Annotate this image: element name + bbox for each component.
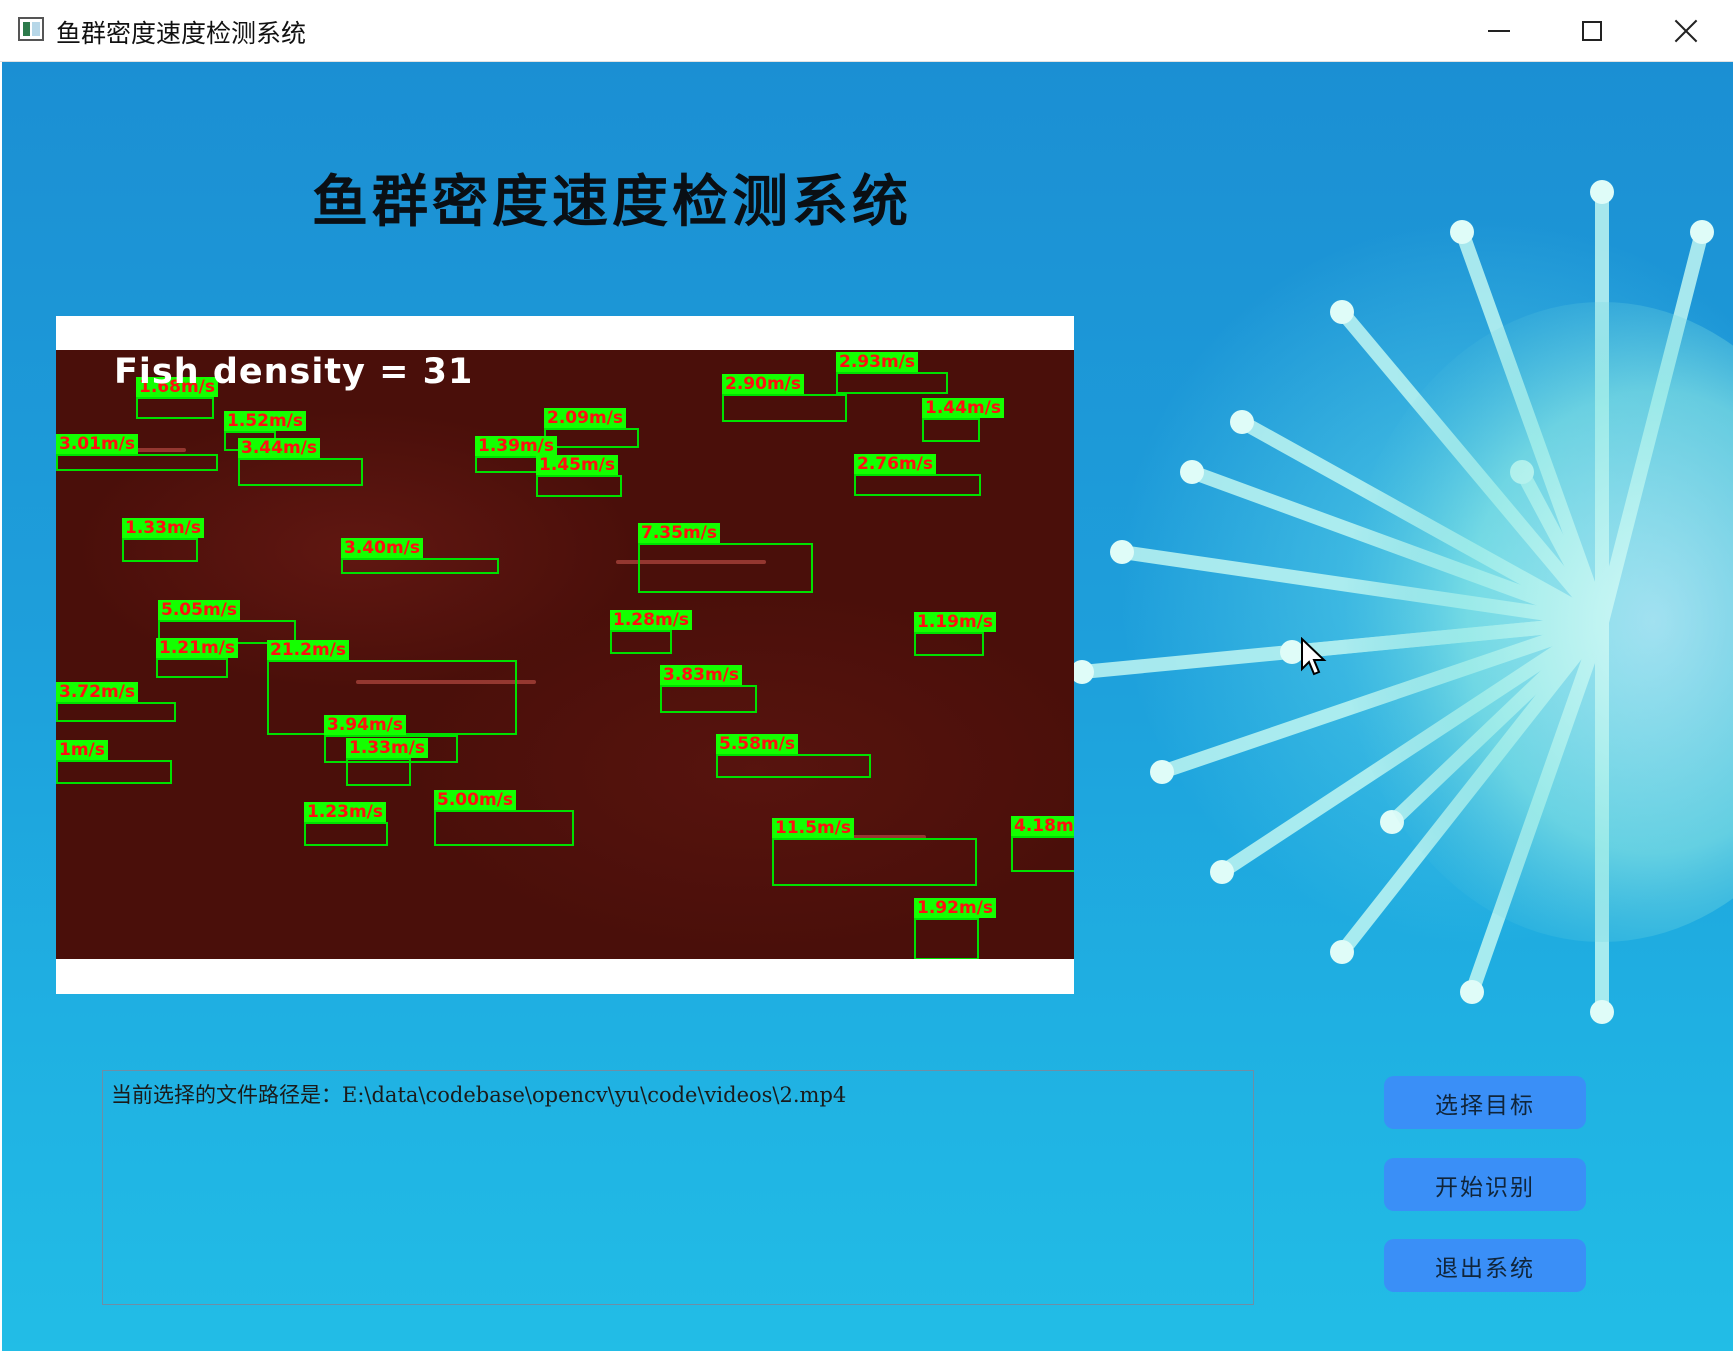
page-title: 鱼群密度速度检测系统 xyxy=(312,170,912,235)
speed-label: 1.92m/s xyxy=(914,898,996,918)
speed-label: 1.39m/s xyxy=(475,436,557,456)
detection-box xyxy=(638,543,813,593)
speed-label: 1.28m/s xyxy=(610,610,692,630)
detection-box xyxy=(914,918,979,959)
detection-box xyxy=(341,558,499,574)
title-bar: 鱼群密度速度检测系统 xyxy=(0,0,1733,62)
speed-label: 2.90m/s xyxy=(722,374,804,394)
detection-box xyxy=(122,538,198,562)
exit-system-button[interactable]: 退出系统 xyxy=(1384,1239,1586,1292)
detection-box xyxy=(722,394,847,422)
detection-box xyxy=(922,418,980,442)
detection-box xyxy=(536,475,622,497)
file-path-text: 当前选择的文件路径是：E:\data\codebase\opencv\yu\co… xyxy=(111,1083,847,1107)
detection-box xyxy=(156,658,228,678)
detection-box xyxy=(238,458,363,486)
speed-label: 1.23m/s xyxy=(304,802,386,822)
speed-label: 7.35m/s xyxy=(638,523,720,543)
detection-box xyxy=(136,397,214,419)
detection-box xyxy=(772,838,977,886)
speed-label: 1.33m/s xyxy=(122,518,204,538)
maximize-button[interactable] xyxy=(1545,0,1639,61)
app-icon xyxy=(18,17,44,41)
detection-box xyxy=(56,760,172,784)
speed-label: 5.05m/s xyxy=(158,600,240,620)
speed-label: 3.01m/s xyxy=(56,434,138,454)
speed-label: 5.00m/s xyxy=(434,790,516,810)
minimize-button[interactable] xyxy=(1452,0,1546,61)
speed-label: 1.21m/s xyxy=(156,638,238,658)
speed-label: 11.5m/s xyxy=(772,818,854,838)
speed-label: 1.52m/s xyxy=(224,411,306,431)
minimize-icon xyxy=(1488,29,1510,32)
detection-box xyxy=(914,632,984,656)
detection-box xyxy=(56,702,176,722)
speed-label: 3.44m/s xyxy=(238,438,320,458)
detection-box xyxy=(610,630,672,654)
detection-box xyxy=(346,758,411,786)
detection-box xyxy=(304,822,388,846)
speed-label: 2.09m/s xyxy=(544,408,626,428)
detection-box xyxy=(1011,836,1074,872)
detection-box xyxy=(56,454,218,471)
detection-box xyxy=(660,685,757,713)
speed-label: 1.44m/s xyxy=(922,398,1004,418)
fish-density-readout: Fish density = 31 xyxy=(114,352,474,392)
speed-label: 1.33m/s xyxy=(346,738,428,758)
select-target-button[interactable]: 选择目标 xyxy=(1384,1076,1586,1129)
close-button[interactable] xyxy=(1639,0,1733,61)
window-title: 鱼群密度速度检测系统 xyxy=(56,19,307,48)
detection-box xyxy=(836,372,948,394)
video-frame: Fish density = 31 1.68m/s 3.01m/s 1.52m/s 3… xyxy=(56,350,1074,959)
speed-label: 5.58m/s xyxy=(716,734,798,754)
detection-box xyxy=(854,474,981,496)
close-icon xyxy=(1674,19,1698,43)
detection-box xyxy=(434,810,574,846)
speed-label: 3.83m/s xyxy=(660,665,742,685)
coral-background-image xyxy=(1070,180,1733,1024)
speed-label: 21.2m/s xyxy=(267,640,349,660)
speed-label: 1.45m/s xyxy=(536,455,618,475)
detection-box xyxy=(716,754,871,778)
detection-box xyxy=(544,428,639,448)
speed-label: 1m/s xyxy=(56,740,108,760)
main-window: 鱼群密度速度检测系统 Fish density = 31 1.68m/s 3.01… xyxy=(2,62,1733,1351)
file-path-textbox[interactable]: 当前选择的文件路径是：E:\data\codebase\opencv\yu\co… xyxy=(102,1070,1254,1305)
speed-label: 3.94m/s xyxy=(324,715,406,735)
speed-label: 2.76m/s xyxy=(854,454,936,474)
start-recognition-button[interactable]: 开始识别 xyxy=(1384,1158,1586,1211)
maximize-icon xyxy=(1582,20,1602,41)
video-display-panel: Fish density = 31 1.68m/s 3.01m/s 1.52m/s 3… xyxy=(56,316,1074,994)
speed-label: 3.40m/s xyxy=(341,538,423,558)
speed-label: 3.72m/s xyxy=(56,682,138,702)
speed-label: 1.19m/s xyxy=(914,612,996,632)
speed-label: 4.18m xyxy=(1011,816,1074,836)
mouse-cursor-icon xyxy=(1301,637,1327,676)
speed-label: 2.93m/s xyxy=(836,352,918,372)
